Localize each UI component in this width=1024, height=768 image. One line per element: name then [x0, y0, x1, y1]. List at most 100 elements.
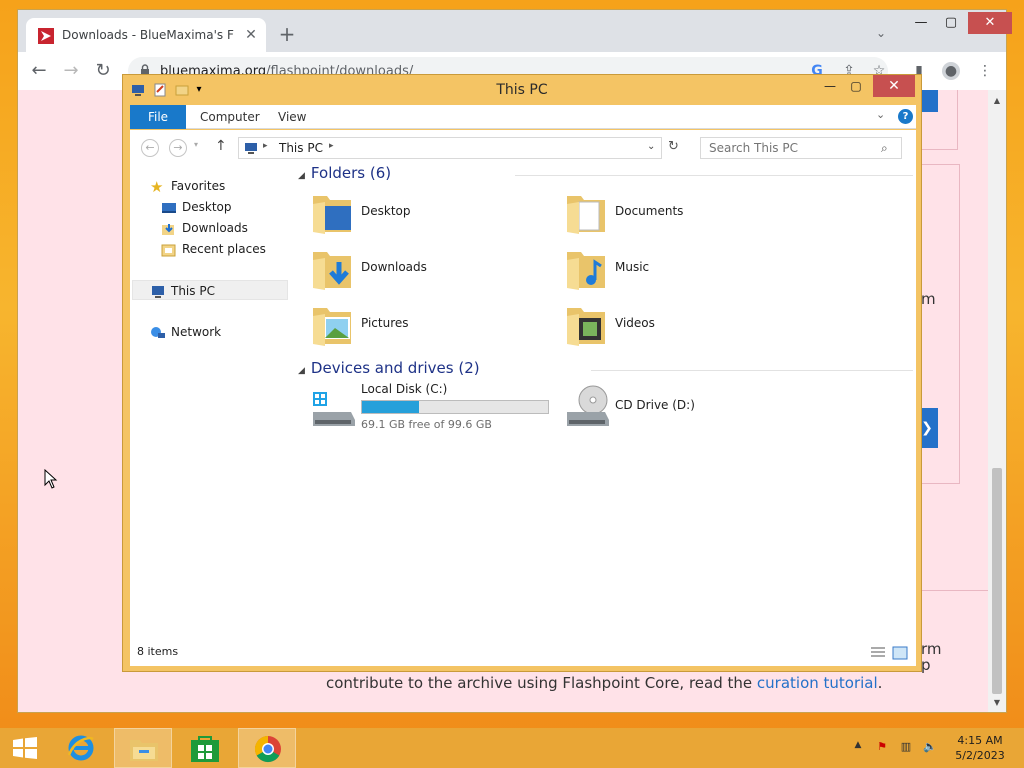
explorer-close-button[interactable]: ✕ — [873, 75, 915, 97]
large-icons-view-icon[interactable] — [892, 646, 908, 660]
taskbar: ▲ ⚑ ▥ 🔈 4:15 AM 5/2/2023 — [0, 728, 1024, 768]
folder-videos[interactable]: Videos — [557, 298, 807, 352]
explorer-search-box[interactable]: ⌕ — [700, 137, 902, 159]
drive-usage-bar — [361, 400, 549, 414]
folder-downloads[interactable]: Downloads — [303, 242, 553, 296]
folder-label: Pictures — [361, 316, 409, 330]
breadcrumb-separator-icon[interactable]: ▸ — [329, 141, 334, 151]
nav-desktop[interactable]: Desktop — [161, 197, 232, 217]
new-tab-button[interactable]: + — [276, 24, 298, 46]
breadcrumb-separator-icon[interactable]: ▸ — [263, 141, 268, 151]
browser-maximize-button[interactable]: ▢ — [936, 12, 966, 34]
local-disk-icon — [313, 392, 355, 426]
system-clock[interactable]: 4:15 AM 5/2/2023 — [950, 733, 1010, 763]
folder-music[interactable]: Music — [557, 242, 807, 296]
action-center-flag-icon[interactable]: ⚑ — [874, 740, 890, 756]
taskbar-chrome[interactable] — [238, 728, 296, 768]
network-status-icon[interactable]: ▥ — [898, 740, 914, 756]
nav-network[interactable]: Network — [150, 322, 221, 342]
folder-label: Videos — [615, 316, 655, 330]
recent-locations-chevron-icon[interactable]: ▾ — [194, 140, 198, 149]
desktop-icon — [161, 201, 177, 215]
drive-name: CD Drive (D:) — [615, 398, 695, 412]
folder-pictures[interactable]: Pictures — [303, 298, 553, 352]
explorer-title-bar[interactable]: ▾ This PC — ▢ ✕ — [123, 75, 921, 105]
expand-ribbon-chevron-icon[interactable]: ⌄ — [876, 108, 885, 121]
show-hidden-icons-chevron-icon[interactable]: ▲ — [850, 740, 866, 756]
reload-icon[interactable]: ↻ — [92, 60, 114, 82]
clock-time: 4:15 AM — [957, 734, 1003, 747]
drive-cd-d[interactable]: CD Drive (D:) — [557, 380, 807, 434]
devices-group-header[interactable]: ◢ Devices and drives (2) — [298, 359, 480, 377]
scroll-down-icon[interactable]: ▼ — [992, 698, 1002, 707]
tab-file[interactable]: File — [130, 105, 186, 129]
videos-folder-icon — [567, 308, 605, 346]
curation-tutorial-link[interactable]: curation tutorial — [757, 674, 878, 692]
explorer-title: This PC — [496, 82, 548, 98]
back-button-icon[interactable]: ← — [141, 139, 159, 157]
file-explorer-icon — [130, 740, 158, 761]
downloads-icon — [161, 222, 177, 236]
folder-label: Desktop — [361, 204, 411, 218]
collapse-triangle-icon[interactable]: ◢ — [298, 171, 305, 181]
volume-muted-icon[interactable]: 🔈 — [922, 740, 938, 756]
refresh-icon[interactable]: ↻ — [668, 139, 679, 154]
item-count: 8 items — [137, 645, 179, 658]
back-arrow-icon[interactable]: ← — [28, 60, 50, 82]
nav-recent-places[interactable]: Recent places — [161, 239, 266, 259]
tab-close-icon[interactable]: ✕ — [242, 26, 260, 44]
search-input[interactable] — [709, 141, 879, 155]
address-location[interactable]: This PC — [279, 141, 323, 155]
internet-explorer-icon — [67, 735, 94, 761]
address-dropdown-chevron-icon[interactable]: ⌄ — [647, 141, 655, 152]
profile-avatar-icon[interactable]: ● — [942, 62, 960, 80]
browser-minimize-button[interactable]: — — [906, 12, 936, 34]
collapse-triangle-icon[interactable]: ◢ — [298, 366, 305, 376]
help-icon[interactable]: ? — [898, 109, 913, 124]
web-paragraph: contribute to the archive using Flashpoi… — [326, 674, 883, 692]
folder-documents[interactable]: Documents — [557, 186, 807, 240]
group-divider — [591, 370, 913, 371]
ribbon-tabs: File Computer View ⌄ ? — [130, 105, 916, 129]
desktop-folder-icon — [313, 196, 351, 234]
taskbar-file-explorer[interactable] — [114, 728, 172, 768]
scroll-up-icon[interactable]: ▲ — [992, 96, 1002, 105]
mouse-cursor-icon — [44, 469, 58, 489]
recent-places-icon — [161, 243, 177, 257]
this-pc-address-icon — [245, 143, 257, 154]
content-pane: ◢ Folders (6) Desktop Documents Downloads… — [295, 164, 916, 640]
explorer-minimize-button[interactable]: — — [817, 75, 843, 97]
drive-usage-fill — [362, 401, 419, 413]
drive-name: Local Disk (C:) — [361, 382, 448, 396]
scroll-thumb[interactable] — [992, 468, 1002, 694]
folder-desktop[interactable]: Desktop — [303, 186, 553, 240]
windows-logo-icon — [13, 737, 37, 759]
forward-arrow-icon[interactable]: → — [60, 60, 82, 82]
taskbar-store[interactable] — [176, 728, 234, 768]
forward-button-icon[interactable]: → — [169, 139, 187, 157]
page-scrollbar[interactable]: ▲ ▼ — [988, 90, 1006, 712]
file-explorer-window: ▾ This PC — ▢ ✕ File Computer View ⌄ ? ←… — [122, 74, 922, 672]
tab-view[interactable]: View — [264, 105, 320, 129]
music-folder-icon — [567, 252, 605, 290]
nav-downloads[interactable]: Downloads — [161, 218, 248, 238]
folders-group-header[interactable]: ◢ Folders (6) — [298, 164, 391, 182]
tab-search-icon[interactable]: ⌄ — [876, 26, 892, 42]
explorer-address-bar[interactable]: ▸ This PC ▸ ⌄ — [238, 137, 662, 159]
downloads-folder-icon — [313, 252, 351, 290]
browser-close-button[interactable]: ✕ — [968, 12, 1012, 34]
tab-computer[interactable]: Computer — [186, 105, 274, 129]
search-icon[interactable]: ⌕ — [881, 141, 888, 156]
drive-local-disk-c[interactable]: Local Disk (C:) 69.1 GB free of 99.6 GB — [303, 380, 563, 434]
web-text-fragment: p — [921, 656, 931, 674]
nav-this-pc[interactable]: This PC — [132, 280, 288, 300]
up-arrow-icon[interactable]: ↑ — [215, 138, 227, 154]
details-view-icon[interactable] — [870, 646, 886, 660]
explorer-maximize-button[interactable]: ▢ — [843, 75, 869, 97]
start-button[interactable] — [0, 728, 58, 768]
pictures-folder-icon — [313, 308, 351, 346]
menu-dots-icon[interactable]: ⋮ — [976, 62, 994, 80]
browser-tab[interactable]: Downloads - BlueMaxima's Flashpoint ✕ — [26, 18, 266, 52]
taskbar-internet-explorer[interactable] — [52, 728, 110, 768]
nav-favorites[interactable]: ★ Favorites — [150, 176, 225, 196]
